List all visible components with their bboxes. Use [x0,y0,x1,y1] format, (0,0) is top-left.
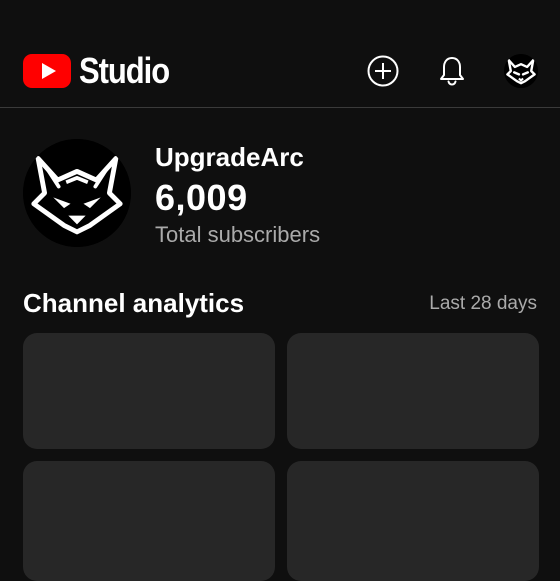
analytics-card[interactable] [23,333,275,449]
date-range-label[interactable]: Last 28 days [429,292,537,316]
channel-analytics-title: Channel analytics [23,288,245,318]
wolf-logo-icon [23,139,131,247]
channel-avatar[interactable] [23,139,131,247]
youtube-studio-logo[interactable]: Studio [23,53,184,89]
subscriber-label: Total subscribers [155,222,321,247]
logo-text: Studio [79,50,170,91]
notifications-button[interactable] [435,54,469,88]
analytics-card[interactable] [287,333,539,449]
channel-header: UpgradeArc 6,009 Total subscribers [0,108,560,268]
subscriber-count: 6,009 [155,177,248,218]
app-bar: Studio [0,0,560,108]
create-icon [367,55,399,87]
account-avatar-icon [504,54,538,88]
analytics-card[interactable] [23,461,275,581]
analytics-card[interactable] [287,461,539,581]
youtube-play-icon [23,54,71,88]
create-button[interactable] [366,54,400,88]
channel-name: UpgradeArc [155,142,304,172]
account-avatar-button[interactable] [504,54,538,88]
notifications-bell-icon [440,57,464,86]
